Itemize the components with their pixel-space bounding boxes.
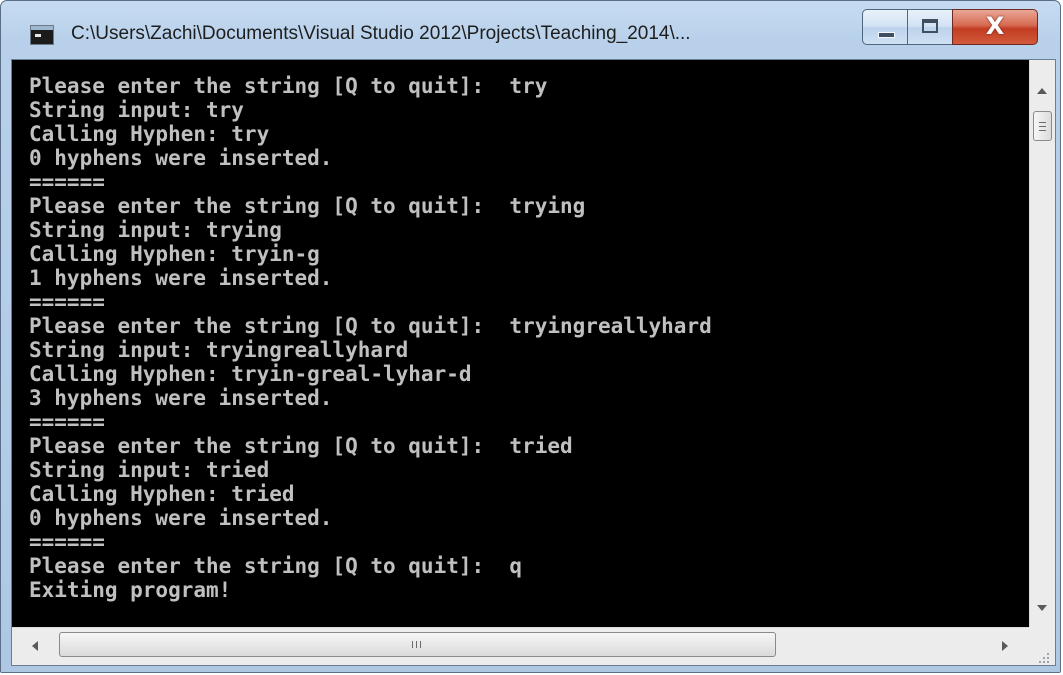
horizontal-scrollbar[interactable] [12,627,1029,665]
vertical-scrollbar[interactable] [1029,60,1055,627]
scroll-up-icon[interactable] [1037,88,1047,94]
console-line: Calling Hyphen: tryin-g [29,242,320,266]
console-line: String input: tried [29,458,270,482]
grip-line [1039,122,1046,123]
console-line: Exiting program! [29,578,232,602]
close-icon: X [985,12,1005,40]
vertical-scroll-thumb[interactable] [1033,111,1052,141]
scroll-down-icon[interactable] [1037,605,1047,611]
close-button[interactable]: X [952,9,1038,45]
console-line: Please enter the string [Q to quit]: try… [29,194,586,218]
console-line: Calling Hyphen: tryin-greal-lyhar-d [29,362,472,386]
console-app-icon[interactable] [30,25,54,45]
maximize-button[interactable] [907,9,953,45]
console-window: C:\Users\Zachi\Documents\Visual Studio 2… [0,0,1061,673]
console-line: Please enter the string [Q to quit]: q [29,554,523,578]
console-line: 0 hyphens were inserted. [29,506,333,530]
console-line: Calling Hyphen: tried [29,482,295,506]
console-output[interactable]: Please enter the string [Q to quit]: try… [12,60,1029,627]
scroll-right-icon[interactable] [1002,641,1008,651]
console-line: ====== [29,410,105,434]
console-line: ====== [29,530,105,554]
console-line: 0 hyphens were inserted. [29,146,333,170]
console-line: String input: tryingreallyhard [29,338,409,362]
maximize-icon [922,19,938,33]
resize-grip-icon[interactable] [1029,627,1055,665]
console-line: ====== [29,170,105,194]
grip-line [412,641,413,648]
console-line: Please enter the string [Q to quit]: tri… [29,434,573,458]
grip-line [416,641,417,648]
window-title: C:\Users\Zachi\Documents\Visual Studio 2… [71,23,691,44]
console-line: 3 hyphens were inserted. [29,386,333,410]
console-line: String input: trying [29,218,282,242]
grip-line [1039,130,1046,131]
console-line: String input: try [29,98,244,122]
minimize-button[interactable] [862,9,908,45]
grip-line [1039,126,1046,127]
console-line: 1 hyphens were inserted. [29,266,333,290]
console-line: Please enter the string [Q to quit]: try [29,74,548,98]
minimize-icon [878,32,895,38]
title-bar[interactable]: C:\Users\Zachi\Documents\Visual Studio 2… [1,1,1060,59]
horizontal-scroll-thumb[interactable] [59,632,776,657]
console-line: Calling Hyphen: try [29,122,270,146]
console-client-area: Please enter the string [Q to quit]: try… [11,59,1056,666]
grip-line [420,641,421,648]
console-line: Please enter the string [Q to quit]: try… [29,314,712,338]
scroll-left-icon[interactable] [32,641,38,651]
console-line: ====== [29,290,105,314]
